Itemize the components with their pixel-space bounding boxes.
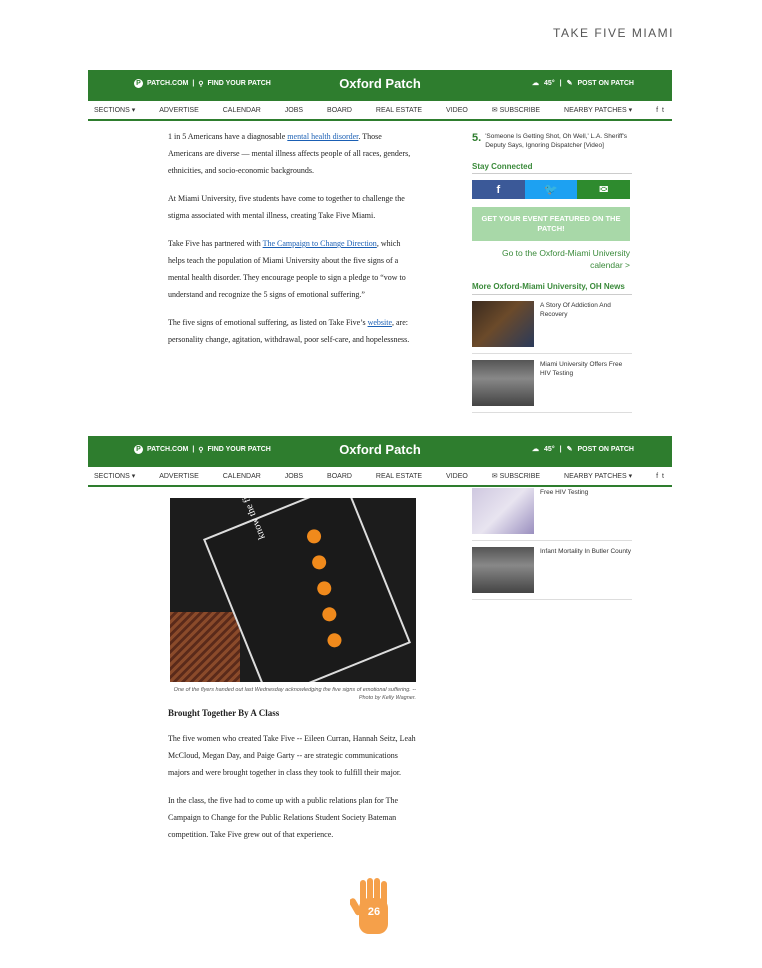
post-on-patch-link[interactable]: POST ON PATCH [577,80,634,87]
sad-face-icon [304,527,324,546]
nav-video[interactable]: VIDEO [446,473,468,480]
page-header: TAKE FIVE MIAMI [553,26,674,40]
mail-icon: ✉ [491,473,500,480]
news-title: Infant Mortality In Butler County [540,548,632,555]
nav-subscribe-label: SUBSCRIBE [499,107,541,114]
nav-real-estate[interactable]: REAL ESTATE [376,473,422,480]
website-link[interactable]: website [368,318,392,327]
text: The five signs of emotional suffering, a… [168,318,368,327]
article-paragraph: At Miami University, five students have … [168,194,405,220]
article-body-1: 1 in 5 Americans have a diagnosable ment… [168,128,416,359]
edit-icon: ✎ [566,446,573,453]
text: 1 in 5 Americans have a diagnosable [168,132,288,141]
post-on-patch-link[interactable]: POST ON PATCH [577,446,634,453]
nav-social: f t [656,473,664,480]
temperature: 45° [544,445,555,453]
facebook-icon[interactable]: f [656,107,658,114]
trending-title: 'Someone Is Getting Shot, Oh Well,' L.A.… [485,133,628,149]
social-buttons: f 🐦 ✉ [472,180,631,199]
separator: | [559,79,562,87]
news-thumbnail [472,301,534,347]
text: , which helps teach the population of Mi… [168,239,406,299]
notebook-spiral [170,612,240,682]
nav-jobs[interactable]: JOBS [285,107,303,114]
patch-screenshot-top: P PATCH.COM | ⚲ FIND YOUR PATCH Oxford P… [88,70,672,436]
nav-board[interactable]: BOARD [327,107,352,114]
news-title: Miami University Offers Free HIV Testing [540,361,623,377]
twitter-icon[interactable]: t [662,107,664,114]
patch-screenshot-bottom: P PATCH.COM | ⚲ FIND YOUR PATCH Oxford P… [88,436,672,880]
nav-jobs[interactable]: JOBS [285,473,303,480]
sidebar-2: Free HIV Testing Infant Mortality In But… [472,482,632,600]
nav-sections[interactable]: SECTIONS ▾ [94,472,135,480]
news-title: A Story Of Addiction And Recovery [540,302,611,318]
facebook-button[interactable]: f [472,180,525,199]
text: Take Five has partnered with [168,239,263,248]
photo-caption: One of the flyers handed out last Wednes… [173,687,416,701]
patch-top-bar: P PATCH.COM | ⚲ FIND YOUR PATCH Oxford P… [88,436,672,467]
news-item[interactable]: Free HIV Testing [472,482,632,541]
article-paragraph: 1 in 5 Americans have a diagnosable ment… [168,128,416,179]
email-button[interactable]: ✉ [577,180,631,199]
stay-connected-heading: Stay Connected [472,162,632,174]
twitter-icon[interactable]: t [662,473,664,480]
nav-social: f t [656,107,664,114]
news-thumbnail [472,547,534,593]
sad-face-icon [320,605,339,624]
temperature: 45° [544,79,555,87]
article-paragraph: The five signs of emotional suffering, a… [168,314,416,348]
flyer-photo: know the five signs [170,498,416,682]
nav-board[interactable]: BOARD [327,473,352,480]
calendar-link[interactable]: Go to the Oxford-Miami University calend… [472,247,630,271]
patch-top-bar: P PATCH.COM | ⚲ FIND YOUR PATCH Oxford P… [88,70,672,101]
twitter-button[interactable]: 🐦 [524,180,578,199]
patch-top-right: ☁ 45° | ✎ POST ON PATCH [532,445,634,454]
article-paragraph: Take Five has partnered with The Campaig… [168,235,416,303]
weather-icon: ☁ [532,80,540,87]
hand-page-number: 26 [349,878,398,936]
flyer-text: know the five signs [228,498,268,541]
mental-health-link[interactable]: mental health disorder [287,132,358,141]
article-paragraph: The five women who created Take Five -- … [168,734,416,777]
featured-event-button[interactable]: GET YOUR EVENT FEATURED ON THE PATCH! [472,207,630,241]
mail-icon: ✉ [491,107,500,114]
news-thumbnail [472,360,534,406]
sad-face-icon [310,553,329,572]
page-number: 26 [367,906,381,918]
nav-real-estate[interactable]: REAL ESTATE [376,107,422,114]
sidebar-1: 5. 'Someone Is Getting Shot, Oh Well,' L… [472,132,632,413]
nav-advertise[interactable]: ADVERTISE [159,473,199,480]
trending-number: 5. [472,132,482,144]
news-item[interactable]: Miami University Offers Free HIV Testing [472,354,632,413]
separator: | [559,445,562,453]
patch-nav: SECTIONS ▾ ADVERTISE CALENDAR JOBS BOARD… [88,101,672,121]
article-paragraph: In the class, the five had to come up wi… [168,796,399,839]
nav-calendar[interactable]: CALENDAR [223,107,261,114]
weather-icon: ☁ [532,446,540,453]
sad-face-icon [325,631,344,650]
nav-subscribe-label: SUBSCRIBE [499,473,541,480]
nav-subscribe[interactable]: ✉ SUBSCRIBE [492,106,540,114]
edit-icon: ✎ [566,80,573,87]
facebook-icon[interactable]: f [656,473,658,480]
section-heading: Brought Together By A Class [168,708,280,718]
news-item[interactable]: A Story Of Addiction And Recovery [472,295,632,354]
nav-advertise[interactable]: ADVERTISE [159,107,199,114]
nav-sections[interactable]: SECTIONS ▾ [94,106,135,114]
campaign-link[interactable]: The Campaign to Change Direction [263,239,377,248]
nav-nearby-patches[interactable]: NEARBY PATCHES ▾ [564,472,632,480]
nav-nearby-patches[interactable]: NEARBY PATCHES ▾ [564,106,632,114]
nav-calendar[interactable]: CALENDAR [223,473,261,480]
nav-subscribe[interactable]: ✉ SUBSCRIBE [492,472,540,480]
news-item[interactable]: Infant Mortality In Butler County [472,541,632,600]
news-thumbnail [472,488,534,534]
trending-item-5[interactable]: 5. 'Someone Is Getting Shot, Oh Well,' L… [472,132,632,150]
news-title: Free HIV Testing [540,489,589,496]
nav-video[interactable]: VIDEO [446,107,468,114]
patch-top-right: ☁ 45° | ✎ POST ON PATCH [532,79,634,88]
sad-face-icon [315,579,334,598]
article-body-2: Brought Together By A Class The five wom… [168,708,416,854]
more-news-heading: More Oxford-Miami University, OH News [472,281,632,295]
